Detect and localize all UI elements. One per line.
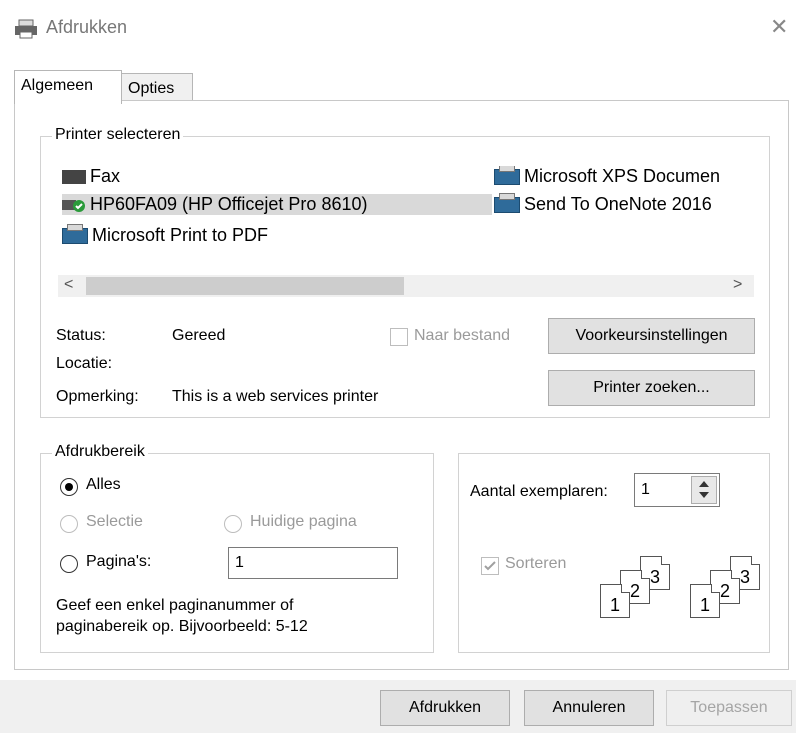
close-icon[interactable]: ✕ (770, 14, 788, 40)
printer-group-legend: Printer selecteren (52, 126, 184, 144)
spin-up-icon[interactable] (699, 481, 709, 487)
all-label: Alles (86, 476, 121, 493)
apply-button[interactable]: Toepassen (666, 690, 792, 726)
printer-item-onenote[interactable]: Send To OneNote 2016 (494, 193, 712, 215)
print-button[interactable]: Afdrukken (380, 690, 510, 726)
location-label: Locatie: (56, 355, 113, 372)
pages-radio[interactable] (60, 555, 78, 573)
status-label: Status: (56, 327, 106, 344)
printer-list-scrollbar[interactable]: < > (58, 275, 754, 297)
pages-input[interactable]: 1 (228, 547, 398, 579)
copies-input[interactable]: 1 (634, 473, 720, 507)
preferences-button[interactable]: Voorkeursinstellingen (548, 318, 755, 354)
printer-icon (494, 193, 520, 214)
printer-name: Send To OneNote 2016 (524, 194, 712, 214)
printer-default-icon (62, 197, 86, 213)
current-page-radio[interactable] (224, 515, 242, 533)
page-1-icon: 1 (600, 584, 630, 618)
range-group-legend: Afdrukbereik (52, 443, 148, 461)
selection-radio[interactable] (60, 515, 78, 533)
copies-label: Aantal exemplaren: (470, 483, 608, 500)
pages-label: Pagina's: (86, 553, 152, 570)
to-file-checkbox[interactable] (390, 328, 408, 346)
scroll-left-arrow[interactable]: < (64, 276, 73, 294)
spin-down-icon[interactable] (699, 492, 709, 498)
find-printer-button[interactable]: Printer zoeken... (548, 370, 755, 406)
printer-name: Fax (90, 166, 121, 186)
window-title: Afdrukken (46, 17, 128, 37)
printer-name: Microsoft XPS Documen (524, 166, 721, 186)
all-radio[interactable] (60, 478, 78, 496)
range-hint-2: paginabereik op. Bijvoorbeeld: 5-12 (56, 618, 308, 635)
printer-list[interactable]: Fax HP60FA09 (HP Officejet Pro 8610) Mic… (58, 160, 758, 255)
selection-label: Selectie (86, 513, 143, 530)
fax-icon (62, 170, 86, 185)
printer-icon (62, 224, 88, 245)
status-value: Gereed (172, 327, 226, 344)
page-1-icon: 1 (690, 584, 720, 618)
to-file-label: Naar bestand (414, 327, 511, 344)
collate-label: Sorteren (505, 555, 567, 572)
scroll-thumb[interactable] (86, 277, 404, 295)
printer-name: HP60FA09 (HP Officejet Pro 8610) (90, 194, 368, 214)
copies-spinner[interactable] (691, 476, 717, 504)
copies-value: 1 (641, 481, 650, 498)
tab-algemeen[interactable]: Algemeen (14, 70, 122, 104)
scroll-right-arrow[interactable]: > (733, 276, 742, 294)
comment-value: This is a web services printer (172, 388, 379, 405)
printer-title-icon (14, 19, 38, 44)
collate-illustration: 3 2 1 3 2 1 (598, 556, 768, 626)
check-icon (484, 561, 496, 571)
printer-icon (494, 166, 520, 186)
printer-name: Microsoft Print to PDF (92, 225, 269, 245)
collate-checkbox[interactable] (481, 557, 499, 575)
printer-item-fax[interactable]: Fax (62, 166, 120, 187)
printer-item-pdf[interactable]: Microsoft Print to PDF (62, 224, 269, 246)
comment-label: Opmerking: (56, 388, 139, 405)
printer-item-xps[interactable]: Microsoft XPS Documen (494, 166, 756, 187)
cancel-button[interactable]: Annuleren (524, 690, 654, 726)
printer-item-hp[interactable]: HP60FA09 (HP Officejet Pro 8610) (62, 194, 492, 215)
current-page-label: Huidige pagina (250, 513, 357, 530)
range-hint-1: Geef een enkel paginanummer of (56, 597, 294, 614)
